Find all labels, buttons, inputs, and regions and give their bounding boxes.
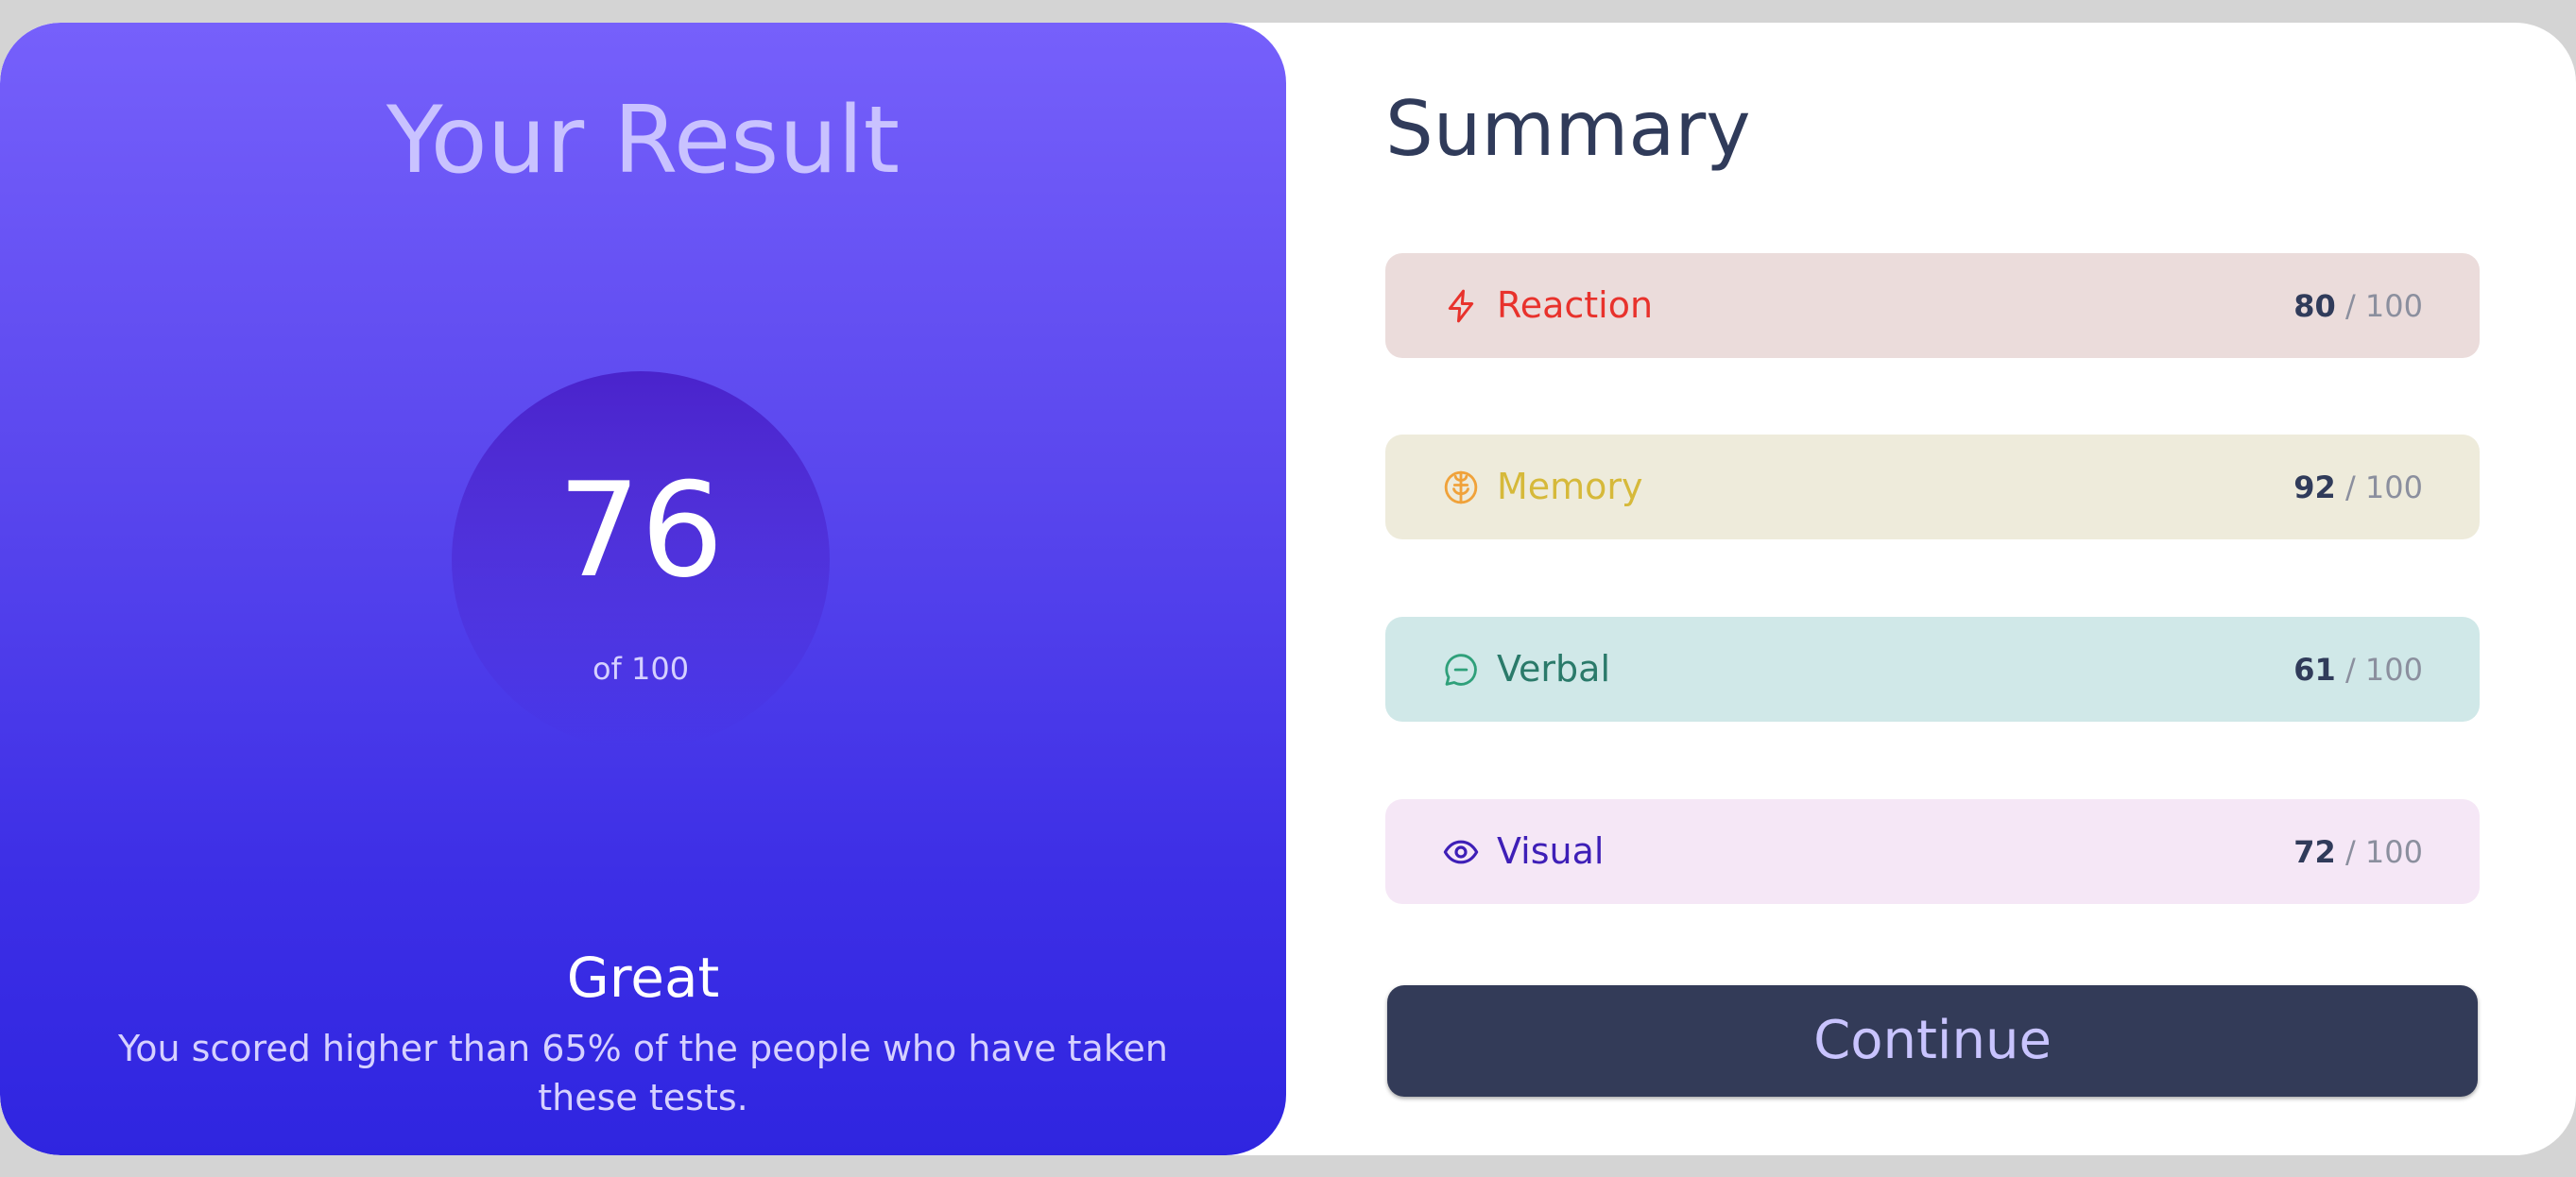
- summary-item-visual: Visual 72 / 100: [1385, 799, 2480, 904]
- summary-item-score: 61 / 100: [2293, 647, 2423, 692]
- score-separator: /: [2344, 288, 2356, 324]
- summary-item-score: 80 / 100: [2293, 283, 2423, 329]
- chat-bubble-icon: [1442, 651, 1480, 689]
- summary-item-label: Verbal: [1497, 648, 1611, 690]
- eye-icon: [1442, 833, 1480, 871]
- continue-button[interactable]: Continue: [1387, 985, 2478, 1097]
- result-panel: Your Result 76 of 100 Great You scored h…: [0, 23, 1286, 1155]
- result-description: You scored higher than 65% of the people…: [118, 1028, 1168, 1118]
- score-separator: /: [2344, 652, 2356, 688]
- score-value: 92: [2293, 469, 2336, 505]
- summary-title: Summary: [1385, 85, 1751, 173]
- score-separator: /: [2344, 469, 2356, 505]
- score-max: 100: [2364, 834, 2423, 870]
- brain-icon: [1442, 469, 1480, 506]
- summary-item-score: 92 / 100: [2293, 465, 2423, 510]
- score-max: 100: [2364, 652, 2423, 688]
- score-max: 100: [2364, 288, 2423, 324]
- summary-item-label: Memory: [1497, 466, 1643, 507]
- score-circle: 76 of 100: [452, 371, 830, 749]
- summary-item-score: 72 / 100: [2293, 829, 2423, 875]
- summary-item-label: Visual: [1497, 830, 1605, 872]
- score-max: 100: [2364, 469, 2423, 505]
- lightning-icon: [1442, 287, 1480, 325]
- summary-item-verbal: Verbal 61 / 100: [1385, 617, 2480, 722]
- score-value: 80: [2293, 288, 2336, 324]
- score-value: 72: [2293, 834, 2336, 870]
- score-separator: /: [2344, 834, 2356, 870]
- summary-item-memory: Memory 92 / 100: [1385, 435, 2480, 539]
- result-title: Your Result: [386, 87, 901, 195]
- summary-item-reaction: Reaction 80 / 100: [1385, 253, 2480, 358]
- result-verdict: Great: [566, 946, 720, 1010]
- score-value: 61: [2293, 652, 2336, 688]
- summary-item-label: Reaction: [1497, 284, 1654, 326]
- results-card: Your Result 76 of 100 Great You scored h…: [0, 23, 2576, 1155]
- score-value: 76: [558, 454, 724, 606]
- score-max-label: of 100: [592, 651, 690, 687]
